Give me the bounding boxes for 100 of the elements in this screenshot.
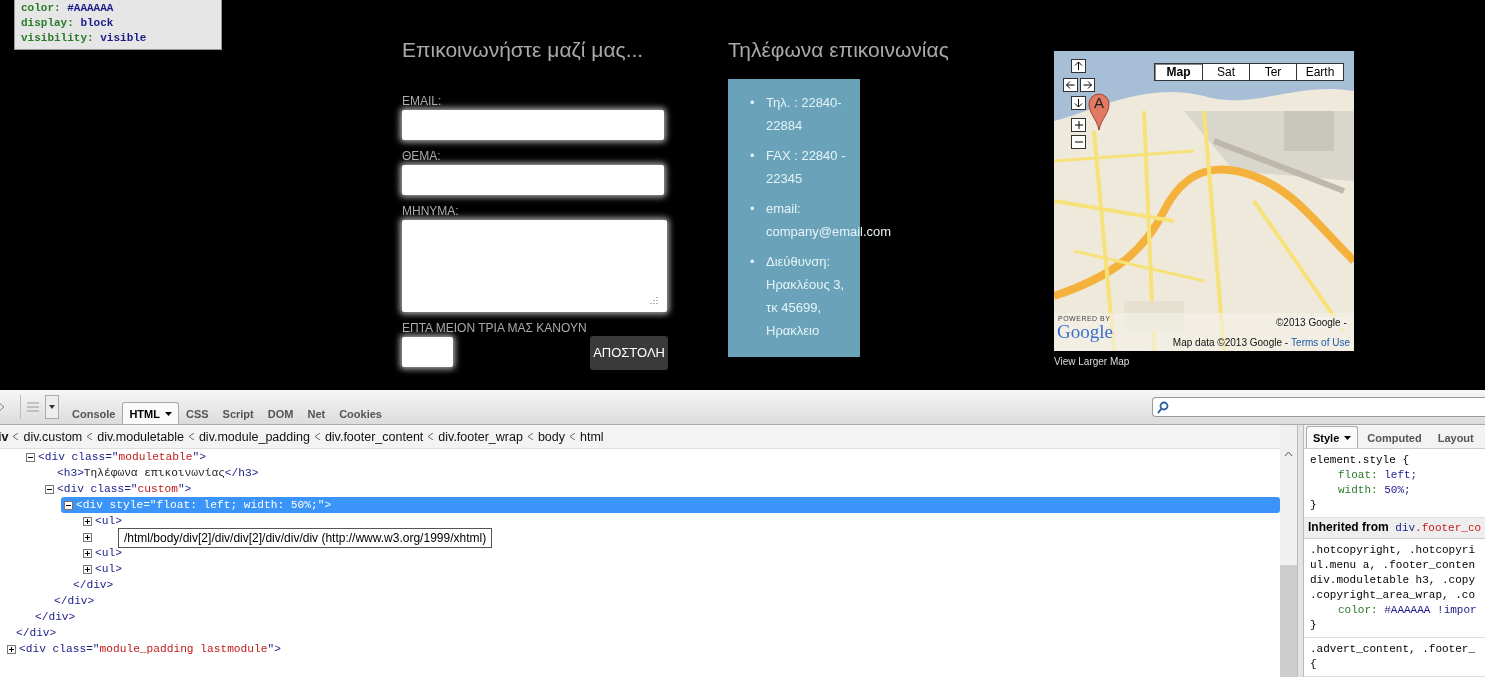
pan-down-button[interactable]	[1071, 96, 1086, 110]
bullet: •	[750, 94, 756, 112]
arrow-icon	[1065, 79, 1076, 91]
separator-icon	[188, 433, 194, 440]
copyright-text: ©2013 Google -	[1276, 317, 1347, 328]
expand-icon[interactable]	[83, 516, 92, 526]
tree-node[interactable]: <ul>	[95, 547, 122, 559]
contact-item: Διεύθυνση: Ηρακλέους 3, τκ 45699, Ηρακλειο	[766, 253, 846, 340]
css-declaration[interactable]: width: 50%;	[1310, 483, 1479, 498]
breadcrumb-item[interactable]: div.custom	[23, 429, 83, 444]
arrow-icon	[1073, 98, 1084, 108]
breadcrumb-item[interactable]: div.moduletable	[97, 429, 184, 444]
css-selector: div.moduletable h3, .copy	[1310, 573, 1477, 588]
closing-tag: </div>	[16, 627, 57, 639]
caret-icon	[49, 405, 55, 409]
expand-icon[interactable]	[7, 644, 16, 654]
css-selector: {	[1310, 657, 1318, 672]
scrollbar[interactable]	[1280, 425, 1297, 677]
expand-icon[interactable]	[83, 548, 92, 558]
pan-right-button[interactable]	[1080, 78, 1095, 92]
panel-tab[interactable]: Script	[215, 402, 261, 424]
separator-icon	[570, 433, 575, 440]
dropdown-button[interactable]	[45, 395, 59, 419]
answer-field[interactable]	[402, 337, 453, 367]
panel-tab[interactable]: Net	[300, 402, 333, 424]
tree-node[interactable]: <h3>Τηλέφωνα επικοινωνίας</h3>	[57, 467, 259, 479]
form-heading: Επικοινωνήστε μαζί μας...	[402, 38, 645, 62]
expand-icon[interactable]	[83, 532, 92, 542]
breadcrumb-item[interactable]: div.footer_wrap	[438, 429, 523, 444]
field-label: EMAIL:	[402, 93, 443, 110]
tree-node[interactable]: <ul>	[95, 515, 122, 527]
terms-link[interactable]: Terms of Use	[1291, 337, 1350, 348]
zoom-in-button[interactable]	[1071, 118, 1086, 132]
css-selector: .hotcopyright, .hotcopyri	[1310, 543, 1477, 558]
css-selector: ul.menu a, .footer_conten	[1310, 558, 1477, 573]
css-selector: .copyright_area_wrap, .co	[1310, 588, 1477, 603]
inherited-element[interactable]: div.footer_co	[1395, 522, 1482, 534]
closing-brace: }	[1310, 618, 1318, 633]
contact-item: email:	[766, 200, 802, 218]
arrow-icon	[1082, 79, 1093, 91]
breadcrumb-item[interactable]: div.module_padding	[198, 429, 310, 444]
tree-node[interactable]: <div class="module_padding lastmodule">	[19, 643, 281, 655]
tooltip-line: visibility: visible	[21, 31, 148, 46]
side-tab[interactable]: Computed	[1360, 426, 1429, 448]
closing-tag: </div>	[54, 595, 95, 607]
zoom-out-button[interactable]	[1071, 135, 1086, 149]
map-marker: A	[1088, 93, 1110, 131]
path-tooltip: /html/body/div[2]/div/div[2]/div/div/div (http://www.w3.org/1999/xhtml)	[118, 528, 493, 548]
panel-tab[interactable]: Console	[65, 402, 123, 424]
css-declaration[interactable]: color: #AAAAAA !impor	[1310, 603, 1479, 618]
map-type-button[interactable]: Map	[1155, 64, 1202, 80]
view-larger-map-link[interactable]: View Larger Map	[1054, 356, 1354, 367]
map-logo: Google	[1057, 321, 1113, 343]
css-selector: .advert_content, .footer_	[1310, 642, 1477, 657]
input-field[interactable]	[402, 110, 664, 140]
contact-item: Τηλ. : 22840-22884	[766, 94, 843, 135]
closing-tag: </div>	[35, 611, 76, 623]
bullet: •	[750, 200, 756, 218]
tree-node[interactable]: <div class="custom">	[57, 483, 192, 495]
separator-icon	[527, 433, 533, 440]
submit-button[interactable]: ΑΠΟΣΤΟΛΗ	[590, 335, 668, 370]
breadcrumb-item[interactable]: body	[537, 429, 565, 444]
separator-icon	[13, 433, 19, 440]
side-tab[interactable]: Style	[1306, 426, 1359, 448]
breadcrumb-item[interactable]: html	[580, 429, 604, 444]
field-label: ΘΕΜΑ:	[402, 148, 442, 165]
tree-node[interactable]: <div class="moduletable">	[38, 451, 206, 463]
input-field[interactable]	[402, 165, 664, 195]
closing-brace: }	[1310, 498, 1318, 513]
tree-node[interactable]: <ul>	[95, 563, 122, 575]
css-selector: element.style {	[1310, 453, 1411, 468]
separator-icon	[314, 433, 320, 440]
expand-icon[interactable]	[83, 564, 92, 574]
pan-up-button[interactable]	[1071, 59, 1086, 73]
field-label: ΜΗΝΥΜΑ:	[402, 203, 460, 220]
side-tab[interactable]: Layout	[1430, 426, 1481, 448]
panel-tab[interactable]: HTML	[122, 402, 179, 424]
message-field[interactable]	[402, 220, 667, 312]
bullet: •	[750, 253, 756, 271]
tooltip-line: display: block	[21, 16, 115, 31]
panel-tab[interactable]: Cookies	[332, 402, 389, 424]
breadcrumb-item[interactable]: div.footer_content	[324, 429, 424, 444]
resize-grip-icon	[649, 296, 659, 306]
closing-tag: </div>	[73, 579, 114, 591]
inherited-label: Inherited from	[1308, 520, 1389, 534]
bullet: •	[750, 147, 756, 165]
search-icon	[1157, 400, 1169, 414]
panel-tab[interactable]: CSS	[178, 402, 216, 424]
collapse-icon[interactable]	[45, 484, 54, 494]
plus-icon	[1073, 120, 1084, 130]
field-label: ΕΠΤΑ ΜΕΙΟΝ ΤΡΙΑ ΜΑΣ ΚΑΝΟΥΝ	[402, 320, 588, 337]
panel-tab[interactable]: DOM	[260, 402, 301, 424]
search-field[interactable]	[1152, 397, 1485, 417]
collapse-icon[interactable]	[26, 452, 35, 462]
collapse-icon[interactable]	[64, 500, 73, 510]
pan-left-button[interactable]	[1063, 78, 1078, 92]
attribution-text: Map data ©2013 Google -	[1172, 337, 1289, 348]
phones-heading: Τηλέφωνα επικοινωνίας	[728, 38, 950, 62]
separator-icon	[87, 433, 93, 440]
css-declaration[interactable]: float: left;	[1310, 468, 1479, 483]
